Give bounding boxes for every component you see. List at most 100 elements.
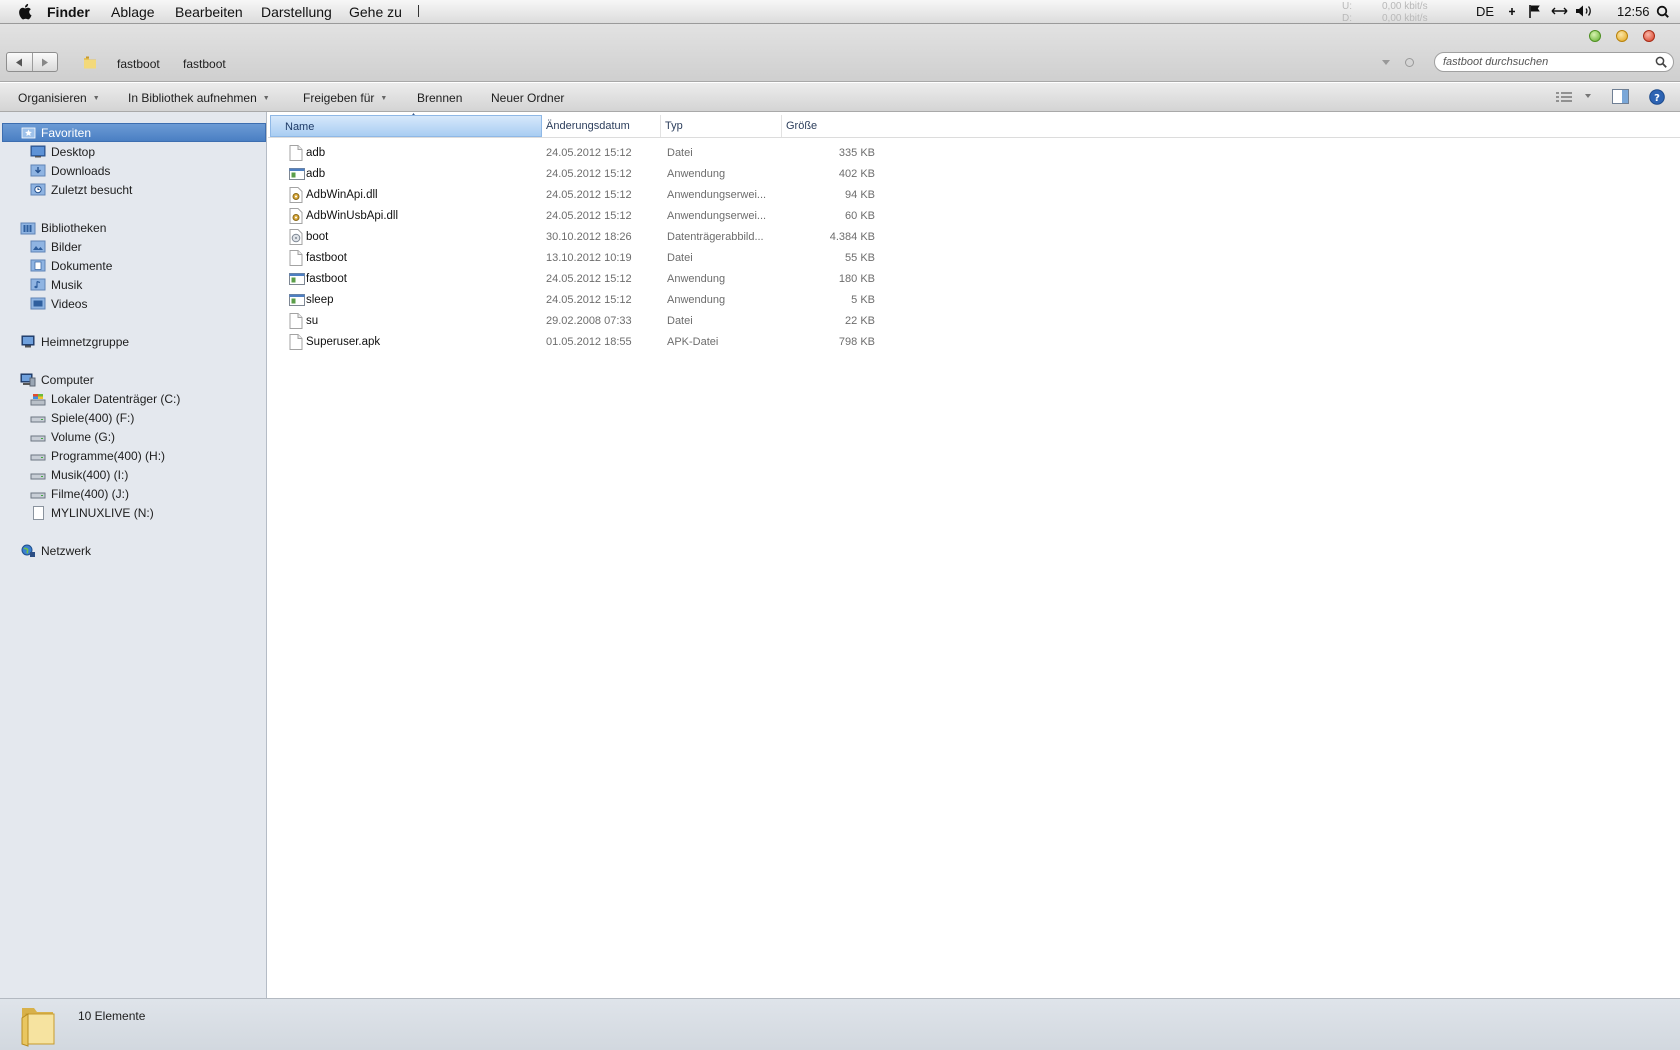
file-size: 60 KB — [845, 210, 875, 222]
file-size: 180 KB — [838, 273, 875, 285]
network-connection-icon[interactable] — [1551, 4, 1568, 18]
removable-drive-icon — [30, 505, 46, 520]
menu-finder[interactable]: Finder — [47, 4, 90, 20]
sidebar-item-homegroup[interactable]: Heimnetzgruppe — [0, 332, 286, 351]
desktop-icon — [30, 145, 46, 158]
flag-icon[interactable] — [1528, 4, 1542, 18]
plus-icon[interactable] — [1508, 5, 1516, 17]
file-row[interactable]: AdbWinUsbApi.dll 24.05.2012 15:12 Anwend… — [268, 206, 888, 226]
apple-menu-icon[interactable] — [18, 3, 34, 20]
menu-bar: Finder Ablage Bearbeiten Darstellung Geh… — [0, 0, 1680, 24]
sidebar-item-drive-n[interactable]: MYLINUXLIVE (N:) — [0, 503, 296, 522]
menu-ablage[interactable]: Ablage — [111, 4, 155, 20]
file-row[interactable]: AdbWinApi.dll 24.05.2012 15:12 Anwendung… — [268, 185, 888, 205]
sidebar-item-drive-g[interactable]: Volume (G:) — [0, 427, 296, 446]
sidebar-item-drive-j[interactable]: Filme(400) (J:) — [0, 484, 296, 503]
navigation-pane: Favoriten Desktop Downloads Zuletzt besu… — [0, 112, 267, 998]
sidebar-item-documents[interactable]: Dokumente — [0, 256, 296, 275]
input-language[interactable]: DE — [1476, 4, 1494, 19]
add-to-library-button[interactable]: In Bibliothek aufnehmen ▼ — [128, 91, 270, 105]
back-button[interactable] — [7, 53, 32, 71]
search-input[interactable] — [1443, 54, 1643, 70]
minimize-button[interactable] — [1589, 30, 1601, 42]
sidebar-item-drive-i[interactable]: Musik(400) (I:) — [0, 465, 296, 484]
menu-bearbeiten[interactable]: Bearbeiten — [175, 4, 243, 20]
favorites-star-icon — [21, 126, 36, 139]
share-with-button[interactable]: Freigeben für ▼ — [303, 91, 387, 105]
file-date: 30.10.2012 18:26 — [546, 231, 632, 243]
volume-icon[interactable] — [1575, 4, 1593, 18]
file-size: 335 KB — [838, 147, 875, 159]
sidebar-item-desktop[interactable]: Desktop — [0, 142, 296, 161]
dll-icon — [289, 187, 303, 203]
file-row[interactable]: su 29.02.2008 07:33 Datei 22 KB — [268, 311, 888, 331]
search-box[interactable] — [1434, 52, 1674, 72]
file-name: Superuser.apk — [306, 336, 381, 348]
sidebar-item-network[interactable]: Netzwerk — [0, 541, 286, 560]
folder-icon — [18, 1002, 58, 1048]
search-icon[interactable] — [1655, 56, 1667, 68]
sidebar-item-libraries[interactable]: Bibliotheken — [0, 218, 286, 237]
help-icon[interactable]: ? — [1649, 89, 1665, 105]
file-row[interactable]: adb 24.05.2012 15:12 Datei 335 KB — [268, 143, 888, 163]
sidebar-item-drive-h[interactable]: Programme(400) (H:) — [0, 446, 296, 465]
file-row[interactable]: adb 24.05.2012 15:12 Anwendung 402 KB — [268, 164, 888, 184]
sidebar-item-drive-f[interactable]: Spiele(400) (F:) — [0, 408, 296, 427]
new-folder-button[interactable]: Neuer Ordner — [491, 91, 564, 105]
column-header-date[interactable]: Änderungsdatum — [542, 115, 661, 137]
net-upload-stat: U: 0,00 kbit/s — [1342, 1, 1428, 12]
hard-drive-icon — [30, 449, 46, 463]
column-header-size[interactable]: Größe — [782, 115, 878, 137]
burn-button[interactable]: Brennen — [417, 91, 462, 105]
sidebar-item-pictures[interactable]: Bilder — [0, 237, 296, 256]
sidebar-item-label: Computer — [41, 372, 94, 387]
column-header-name[interactable]: Name — [270, 115, 542, 137]
file-row[interactable]: boot 30.10.2012 18:26 Datenträgerabbild.… — [268, 227, 888, 247]
details-pane: 10 Elemente — [0, 998, 1680, 1050]
chevron-down-icon[interactable] — [1585, 94, 1591, 98]
file-size: 4.384 KB — [829, 231, 875, 243]
exe-icon — [289, 292, 305, 308]
spotlight-icon[interactable] — [1656, 5, 1669, 18]
refresh-icon[interactable] — [1405, 58, 1414, 67]
forward-button[interactable] — [31, 53, 58, 71]
pictures-library-icon — [30, 240, 46, 253]
file-type: Datei — [667, 315, 693, 327]
file-name: fastboot — [306, 252, 347, 264]
file-row[interactable]: Superuser.apk 01.05.2012 18:55 APK-Datei… — [268, 332, 888, 352]
hard-drive-icon — [30, 430, 46, 444]
file-type: APK-Datei — [667, 336, 719, 348]
file-row[interactable]: fastboot 13.10.2012 10:19 Datei 55 KB — [268, 248, 888, 268]
sidebar-item-favorites[interactable]: Favoriten — [2, 123, 266, 142]
organize-menu-button[interactable]: Organisieren ▼ — [18, 91, 100, 105]
chevron-down-icon[interactable] — [1382, 60, 1390, 65]
sidebar-item-music[interactable]: Musik — [0, 275, 296, 294]
file-icon — [289, 145, 303, 161]
file-size: 5 KB — [851, 294, 875, 306]
close-button[interactable] — [1643, 30, 1655, 42]
breadcrumb-item[interactable]: fastboot — [117, 57, 160, 71]
breadcrumb-item[interactable]: fastboot — [183, 57, 226, 71]
file-size: 798 KB — [838, 336, 875, 348]
folder-icon — [82, 54, 98, 70]
preview-pane-icon[interactable] — [1612, 89, 1629, 104]
sidebar-item-videos[interactable]: Videos — [0, 294, 296, 313]
column-header-type[interactable]: Typ — [661, 115, 782, 137]
sidebar-item-drive-c[interactable]: Lokaler Datenträger (C:) — [0, 389, 296, 408]
sidebar-item-recent-places[interactable]: Zuletzt besucht — [0, 180, 296, 199]
view-options-icon[interactable] — [1556, 92, 1572, 102]
sidebar-item-downloads[interactable]: Downloads — [0, 161, 296, 180]
documents-library-icon — [30, 259, 46, 272]
menu-gehe-zu[interactable]: Gehe zu — [349, 4, 402, 20]
sidebar-item-computer[interactable]: Computer — [0, 370, 286, 389]
item-count: 10 Elemente — [78, 1009, 146, 1023]
hard-drive-icon — [30, 468, 46, 482]
clock[interactable]: 12:56 — [1617, 4, 1650, 19]
homegroup-icon — [20, 335, 36, 349]
file-date: 24.05.2012 15:12 — [546, 210, 632, 222]
file-row[interactable]: fastboot 24.05.2012 15:12 Anwendung 180 … — [268, 269, 888, 289]
maximize-button[interactable] — [1616, 30, 1628, 42]
file-row[interactable]: sleep 24.05.2012 15:12 Anwendung 5 KB — [268, 290, 888, 310]
sidebar-item-label: Bilder — [51, 239, 82, 254]
menu-darstellung[interactable]: Darstellung — [261, 4, 332, 20]
